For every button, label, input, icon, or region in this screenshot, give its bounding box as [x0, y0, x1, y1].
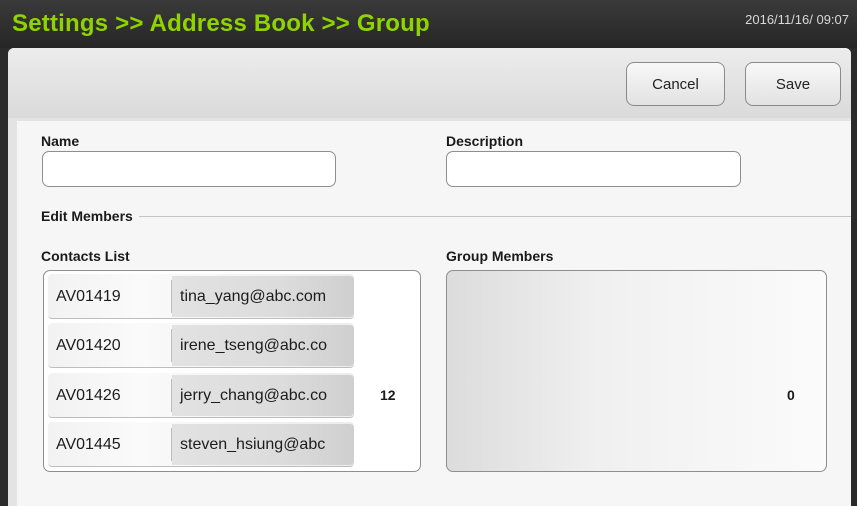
cancel-button[interactable]: Cancel — [626, 62, 725, 106]
contacts-count: 12 — [380, 387, 396, 403]
group-members-label: Group Members — [446, 248, 554, 264]
contacts-list[interactable]: AV01419 tina_yang@abc.com AV01420 irene_… — [43, 270, 421, 472]
contact-id: AV01420 — [56, 337, 121, 354]
section-divider — [139, 216, 851, 217]
contact-email: steven_hsiung@abc — [172, 424, 354, 465]
group-members-list[interactable]: 0 — [446, 270, 827, 472]
page-title: Settings >> Address Book >> Group — [12, 10, 430, 37]
contacts-list-label: Contacts List — [41, 248, 130, 264]
description-label: Description — [446, 133, 524, 149]
contact-row[interactable]: AV01419 tina_yang@abc.com — [48, 274, 354, 319]
contact-email: tina_yang@abc.com — [172, 276, 354, 317]
contact-row[interactable]: AV01420 irene_tseng@abc.co — [48, 323, 354, 368]
contact-id: AV01419 — [56, 288, 121, 305]
name-label: Name — [41, 133, 80, 149]
datetime-display: 2016/11/16/ 09:07 — [745, 12, 849, 27]
contact-id: AV01426 — [56, 387, 121, 404]
name-input[interactable] — [42, 151, 336, 187]
group-members-count: 0 — [787, 387, 795, 403]
title-bar: Settings >> Address Book >> Group 2016/1… — [0, 0, 857, 48]
description-input[interactable] — [446, 151, 741, 187]
contact-id: AV01445 — [56, 436, 121, 453]
edit-members-heading: Edit Members — [41, 208, 133, 224]
contact-email: irene_tseng@abc.co — [172, 325, 354, 366]
contact-email: jerry_chang@abc.co — [172, 375, 354, 416]
contact-row[interactable]: AV01426 jerry_chang@abc.co — [48, 373, 354, 418]
save-button[interactable]: Save — [745, 62, 841, 106]
main-panel: Cancel Save Name Description Edit Member… — [8, 48, 851, 506]
toolbar: Cancel Save — [8, 48, 851, 118]
contact-row[interactable]: AV01445 steven_hsiung@abc — [48, 422, 354, 467]
group-form: Name Description Edit Members Contacts L… — [17, 121, 851, 506]
